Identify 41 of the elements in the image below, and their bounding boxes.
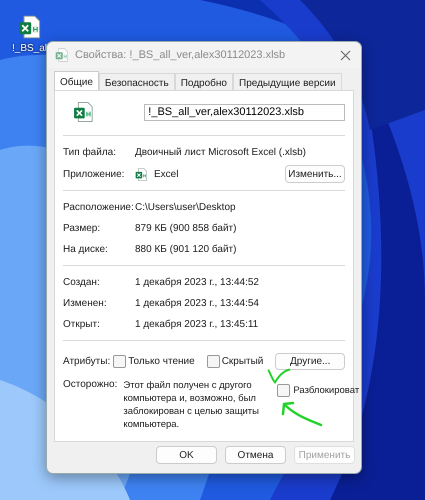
checkbox[interactable] (206, 354, 220, 368)
field-label: Расположение: (63, 202, 135, 213)
warning-text: Этот файл получен с другого компьютера и, возможно, был заблокирован с целью защиты компьютера. (123, 379, 260, 431)
dialog-button[interactable]: OK (156, 446, 217, 464)
field-value: Excel (154, 168, 180, 180)
field-value: 1 декабря 2023 г., 13:45:11 (135, 319, 258, 330)
field-label: Тип файла: (63, 147, 117, 158)
tab[interactable]: Предыдущие версии (233, 73, 342, 90)
field-label: На диске: (63, 244, 109, 255)
field-label: Создан: (63, 277, 101, 288)
excel-file-icon (73, 100, 94, 124)
excel-file-icon (55, 48, 69, 62)
field-label: Приложение: (63, 168, 126, 180)
excel-file-icon[interactable] (18, 14, 42, 40)
excel-app-icon (135, 168, 148, 180)
field-value: 879 КБ (900 858 байт) (135, 223, 236, 234)
checkmark-drawing (267, 367, 291, 385)
field-value: 1 декабря 2023 г., 13:44:54 (135, 298, 259, 309)
desktop-icon-label[interactable]: !_BS_al (12, 43, 48, 54)
field-label: Открыт: (63, 319, 101, 330)
field-label: Изменен: (63, 298, 108, 309)
tab[interactable]: Общие (54, 71, 99, 90)
advanced-button[interactable]: Другие... (275, 352, 345, 370)
checkbox[interactable] (113, 354, 126, 368)
checkbox[interactable] (277, 384, 290, 397)
field-label: Атрибуты: (63, 356, 110, 366)
field-value: 880 КБ (901 120 байт) (135, 244, 236, 255)
field-label: Размер: (63, 223, 102, 234)
checkbox-label: Только чтение (128, 356, 195, 366)
file-name-field[interactable]: !_BS_all_ver,alex30112023.xlsb (144, 104, 345, 120)
checkbox-label: Скрытый (222, 356, 264, 366)
field-value: C:\Users\user\Desktop (135, 202, 236, 213)
field-value: 1 декабря 2023 г., 13:44:52 (135, 277, 259, 288)
dialog-button[interactable]: Отмена (225, 446, 286, 464)
checkbox-label: Разблокироват (293, 385, 360, 396)
change-button[interactable]: Изменить... (285, 165, 345, 183)
tab[interactable]: Подробно (174, 73, 233, 90)
field-label: Осторожно: (63, 379, 118, 390)
tab[interactable]: Безопасность (98, 73, 175, 90)
field-value: Двоичный лист Microsoft Excel (.xlsb) (135, 147, 306, 158)
window-title: Свойства: !_BS_all_ver,alex30112023.xlsb (75, 49, 286, 61)
